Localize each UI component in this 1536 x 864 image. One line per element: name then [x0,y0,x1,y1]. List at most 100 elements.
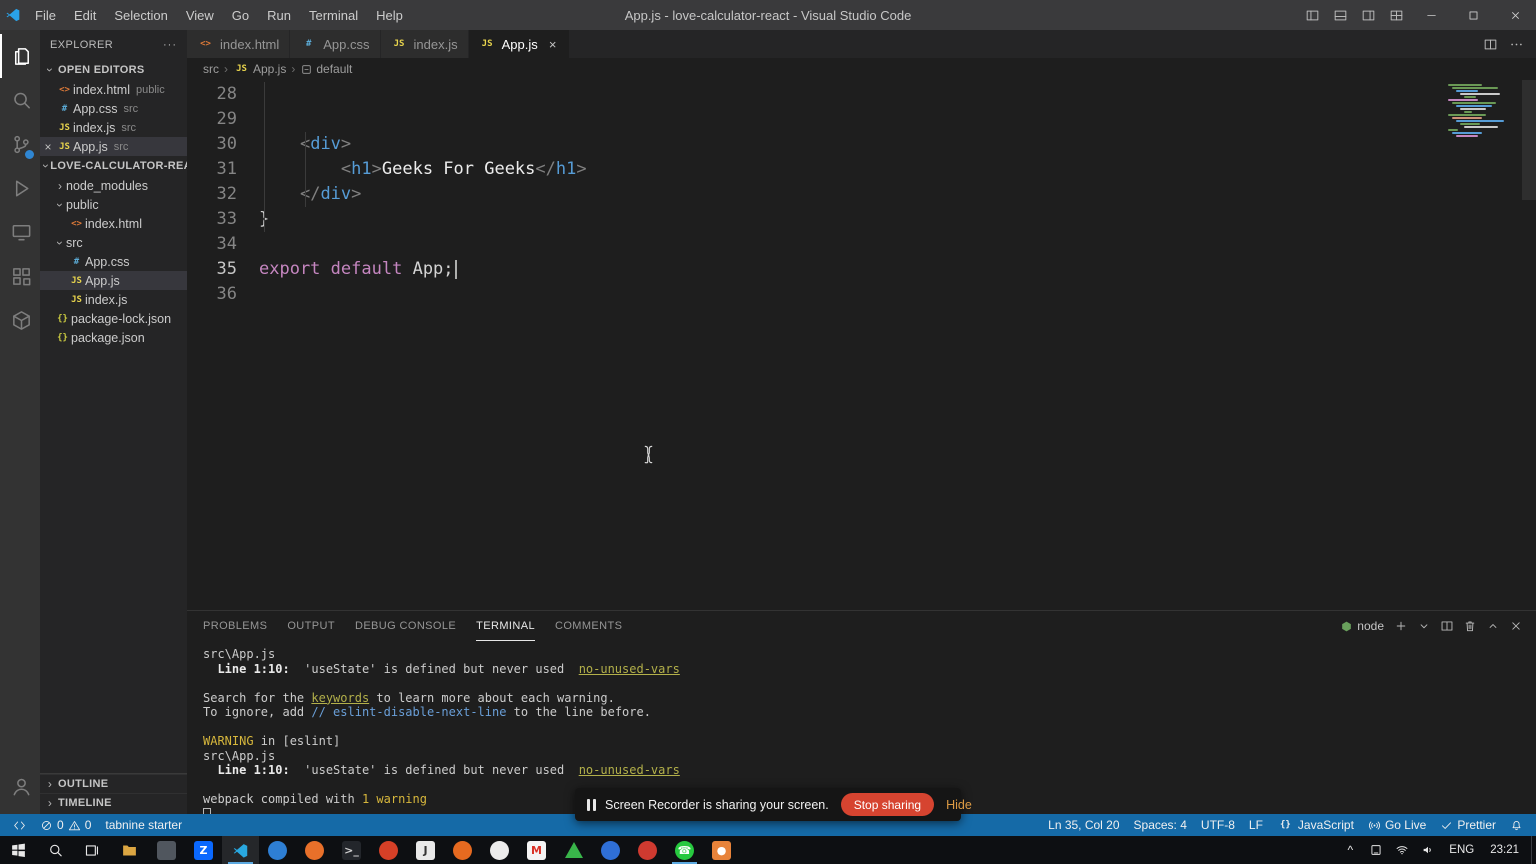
tree-item-App.css[interactable]: # App.css [40,252,187,271]
taskbar-edge[interactable] [592,836,629,864]
taskbar-start[interactable] [0,836,37,864]
taskbar-app-1[interactable] [148,836,185,864]
stop-sharing-button[interactable]: Stop sharing [840,793,935,816]
project-root-header[interactable]: ›LOVE-CALCULATOR-REACT [40,156,187,176]
tab-App.css[interactable]: # App.css [290,30,381,58]
panel-tab-problems[interactable]: PROBLEMS [203,611,267,641]
editor-more-actions-icon[interactable] [1504,29,1528,59]
menu-view[interactable]: View [177,0,223,30]
taskbar-screen-recorder[interactable]: ● [703,836,740,864]
taskbar-gmail[interactable]: M [518,836,555,864]
breadcrumb-src[interactable]: src [203,62,219,76]
tabnine-status[interactable]: tabnine starter [98,814,189,836]
explorer-actions-icon[interactable]: ··· [163,39,177,51]
taskbar-whatsapp[interactable]: ☎ [666,836,703,864]
taskbar-task-view[interactable] [74,836,111,864]
language-mode[interactable]: {} JavaScript [1270,814,1361,836]
close-panel-icon[interactable] [1506,615,1526,637]
terminal-link[interactable]: no-unused-vars [579,662,680,676]
panel-tab-debug-console[interactable]: DEBUG CONSOLE [355,611,456,641]
tab-index.html[interactable]: <> index.html [187,30,291,58]
tray-wifi-icon[interactable] [1389,836,1415,864]
menu-run[interactable]: Run [258,0,300,30]
menu-go[interactable]: Go [223,0,258,30]
taskbar-app-7[interactable] [629,836,666,864]
code-line-29[interactable]: 29 [187,107,1536,132]
tree-item-public[interactable]: › public [40,195,187,214]
terminal-link[interactable]: keywords [311,691,369,705]
panel-tab-output[interactable]: OUTPUT [287,611,335,641]
taskbar-vscode[interactable] [222,836,259,864]
code-line-35[interactable]: 35 export default App; [187,257,1536,282]
menu-terminal[interactable]: Terminal [300,0,367,30]
activity-run-and-debug-icon[interactable] [0,166,40,210]
toggle-panel-icon[interactable] [1326,0,1354,30]
split-terminal-icon[interactable] [1437,615,1457,637]
code-line-33[interactable]: 33} [187,207,1536,232]
terminal-dropdown-icon[interactable] [1414,615,1434,637]
taskbar-app-5[interactable] [481,836,518,864]
tray-chevron-up-icon[interactable]: ^ [1337,836,1363,864]
code-line-34[interactable]: 34 [187,232,1536,257]
code-line-36[interactable]: 36 [187,282,1536,307]
breadcrumb-App.js[interactable]: JS App.js [233,62,286,76]
editor-scrollbar[interactable] [1522,80,1536,200]
tab-index.js[interactable]: JS index.js [380,30,469,58]
menu-help[interactable]: Help [367,0,412,30]
taskbar-app-4[interactable]: J [407,836,444,864]
section-outline[interactable]: › OUTLINE [40,774,187,793]
tree-item-node_modules[interactable]: › node_modules [40,176,187,195]
hide-button[interactable]: Hide [946,798,972,812]
tree-item-index.js[interactable]: JS index.js [40,290,187,309]
close-editor-icon[interactable]: × [40,140,56,154]
tray-language[interactable]: ENG [1441,844,1482,856]
code-line-28[interactable]: 28 [187,82,1536,107]
taskbar-brave[interactable] [370,836,407,864]
toggle-sidebar-icon[interactable] [1298,0,1326,30]
activity-explorer-icon[interactable] [0,34,40,78]
notifications-bell-icon[interactable] [1503,814,1530,836]
tree-item-App.js[interactable]: JS App.js [40,271,187,290]
tree-item-index.html[interactable]: <> index.html [40,214,187,233]
taskbar-app-3[interactable] [296,836,333,864]
breadcrumb-default[interactable]: default [300,62,352,76]
shell-picker[interactable]: node [1340,619,1384,633]
open-editor-index.html[interactable]: <> index.html public [40,80,187,99]
taskbar-app-2[interactable] [259,836,296,864]
open-editors-header[interactable]: › OPEN EDITORS [40,60,187,80]
close-tab-icon[interactable]: × [547,37,559,52]
show-desktop-strip[interactable] [1531,836,1536,864]
tray-clock[interactable]: 23:21 [1482,844,1527,856]
activity-references-icon[interactable] [0,298,40,342]
maximize-button[interactable] [1452,0,1494,30]
split-editor-icon[interactable] [1478,29,1502,59]
tree-item-src[interactable]: › src [40,233,187,252]
code-line-30[interactable]: 30 <div> [187,132,1536,157]
eol[interactable]: LF [1242,814,1270,836]
tree-item-package.json[interactable]: {} package.json [40,328,187,347]
prettier-status[interactable]: Prettier [1433,814,1503,836]
cursor-position[interactable]: Ln 35, Col 20 [1041,814,1126,836]
activity-accounts-icon[interactable] [0,764,40,808]
activity-search-icon[interactable] [0,78,40,122]
encoding[interactable]: UTF-8 [1194,814,1242,836]
panel-tab-comments[interactable]: COMMENTS [555,611,622,641]
code-line-32[interactable]: 32 </div> [187,182,1536,207]
open-editor-App.js[interactable]: × JS App.js src [40,137,187,156]
remote-indicator[interactable] [6,814,33,836]
taskbar-firefox[interactable] [444,836,481,864]
minimap[interactable] [1448,84,1522,138]
section-timeline[interactable]: › TIMELINE [40,793,187,812]
open-editor-App.css[interactable]: # App.css src [40,99,187,118]
terminal-link[interactable]: no-unused-vars [579,763,680,777]
open-editor-index.js[interactable]: JS index.js src [40,118,187,137]
taskbar-app-6[interactable] [555,836,592,864]
kill-terminal-icon[interactable] [1460,615,1480,637]
activity-extensions-icon[interactable] [0,254,40,298]
maximize-panel-icon[interactable] [1483,615,1503,637]
activity-remote-explorer-icon[interactable] [0,210,40,254]
minimize-button[interactable] [1410,0,1452,30]
tray-volume-icon[interactable] [1415,836,1441,864]
customize-layout-icon[interactable] [1382,0,1410,30]
code-editor[interactable]: 282930 <div>31 <h1>Geeks For Geeks</h1>3… [187,80,1536,610]
